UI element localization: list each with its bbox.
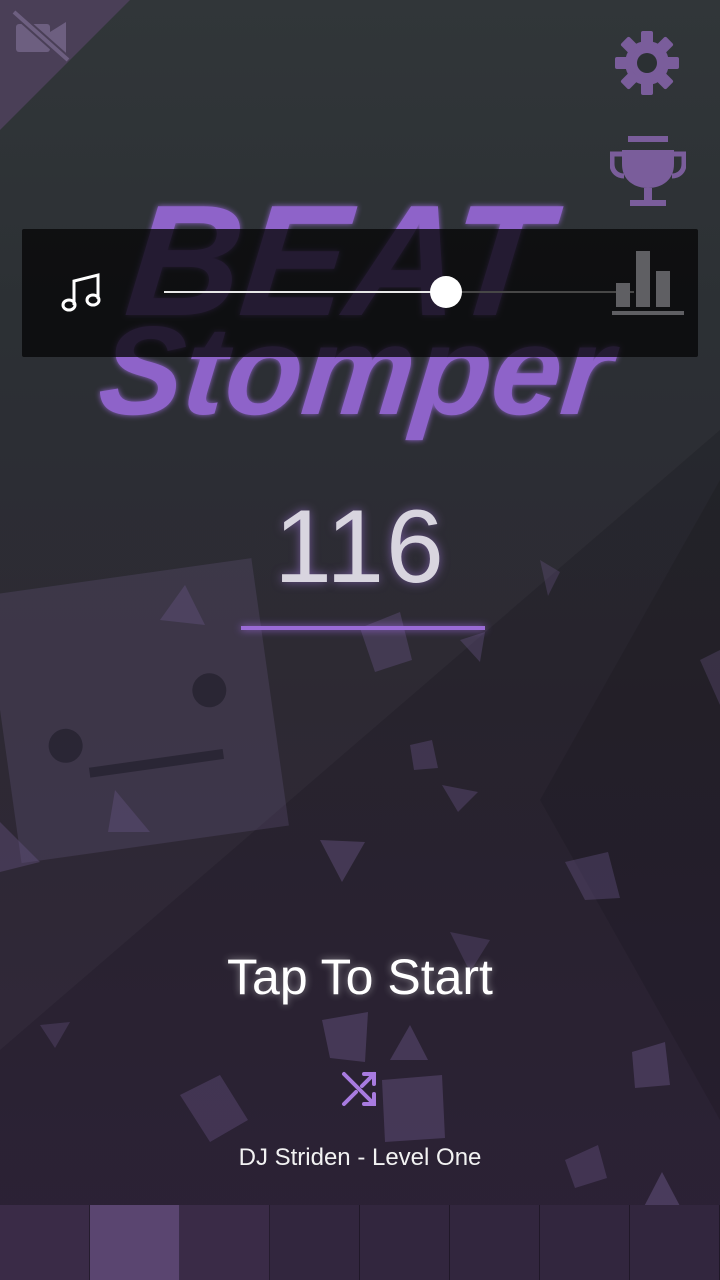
track-name: DJ Striden - Level One xyxy=(238,1144,482,1171)
beat-tile[interactable] xyxy=(540,1205,630,1280)
beat-tile[interactable] xyxy=(270,1205,360,1280)
score-underline xyxy=(241,626,485,630)
shuffle-icon[interactable] xyxy=(338,1066,382,1110)
beat-tile[interactable] xyxy=(0,1205,90,1280)
beat-tile[interactable] xyxy=(630,1205,720,1280)
volume-slider-fill xyxy=(164,291,446,293)
equalizer-icon[interactable] xyxy=(610,245,686,319)
beat-tile[interactable] xyxy=(90,1205,180,1280)
beat-tile-strip xyxy=(0,1205,720,1280)
volume-slider[interactable] xyxy=(164,276,634,308)
music-note-icon[interactable] xyxy=(60,271,104,315)
beat-tile[interactable] xyxy=(180,1205,270,1280)
music-volume-panel xyxy=(22,229,698,357)
beat-tile[interactable] xyxy=(450,1205,540,1280)
volume-slider-knob[interactable] xyxy=(430,276,462,308)
beat-tile[interactable] xyxy=(360,1205,450,1280)
score-display: 116 xyxy=(274,489,446,605)
tap-to-start-prompt[interactable]: Tap To Start xyxy=(110,948,610,1006)
